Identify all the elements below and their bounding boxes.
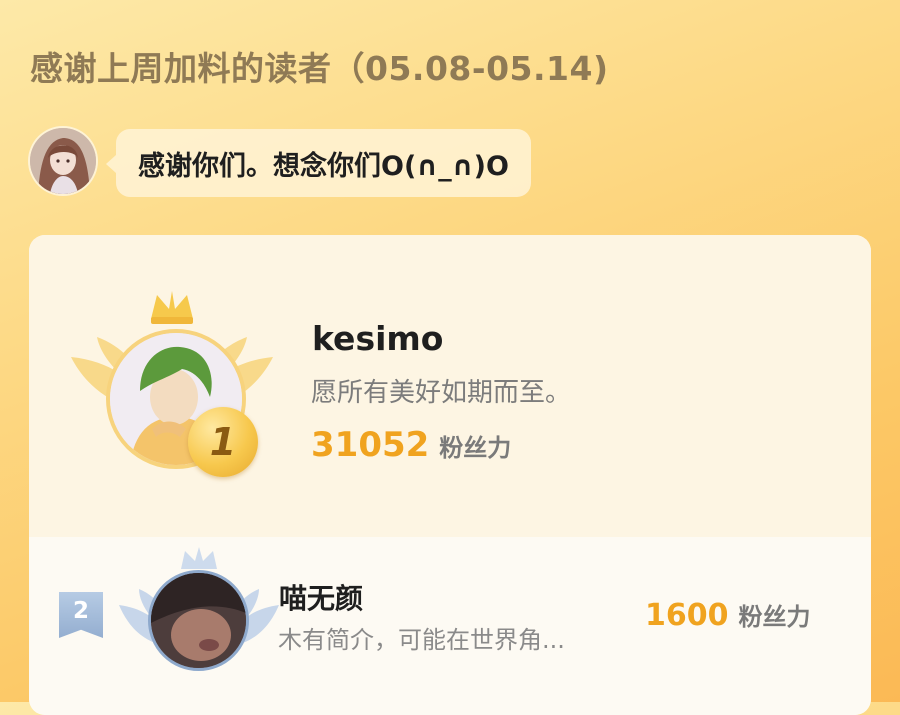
rank-1-score: 31052 粉丝力 bbox=[311, 425, 511, 465]
rank-1-score-unit: 粉丝力 bbox=[439, 434, 512, 462]
rank-1-score-value: 31052 bbox=[311, 425, 430, 465]
page-title: 感谢上周加料的读者（05.08-05.14) bbox=[30, 49, 609, 88]
rank-2-avatar-illustration bbox=[151, 573, 246, 668]
rank-2-bio: 木有简介，可能在世界角... bbox=[278, 626, 565, 654]
rank-2-number: 2 bbox=[72, 598, 89, 624]
rank-1-number: 1 bbox=[209, 420, 237, 464]
author-message-bubble: 感谢你们。想念你们O(∩_∩)O bbox=[106, 129, 531, 197]
rank-1-name[interactable]: kesimo bbox=[312, 319, 443, 358]
rank-1-medal: 1 bbox=[188, 407, 258, 477]
author-avatar-illustration bbox=[30, 128, 96, 194]
rank-1-bio: 愿所有美好如期而至。 bbox=[311, 378, 572, 408]
leaderboard-card: 1 kesimo 愿所有美好如期而至。 31052 粉丝力 2 喵无颜 木有简介… bbox=[29, 235, 871, 715]
rank-2-name[interactable]: 喵无颜 bbox=[279, 577, 363, 617]
rank-1-row[interactable]: 1 kesimo 愿所有美好如期而至。 31052 粉丝力 bbox=[29, 235, 871, 537]
author-message: 感谢你们。想念你们O(∩_∩)O bbox=[138, 150, 509, 182]
rank-2-score: 1600 粉丝力 bbox=[645, 597, 811, 633]
rank-2-row[interactable]: 2 喵无颜 木有简介，可能在世界角... 1600 粉丝力 bbox=[29, 537, 871, 715]
rank-2-avatar[interactable] bbox=[148, 570, 249, 671]
rank-2-score-value: 1600 bbox=[645, 598, 729, 633]
author-avatar[interactable] bbox=[30, 128, 96, 194]
rank-2-badge: 2 bbox=[59, 592, 103, 638]
rank-2-score-unit: 粉丝力 bbox=[738, 603, 811, 631]
